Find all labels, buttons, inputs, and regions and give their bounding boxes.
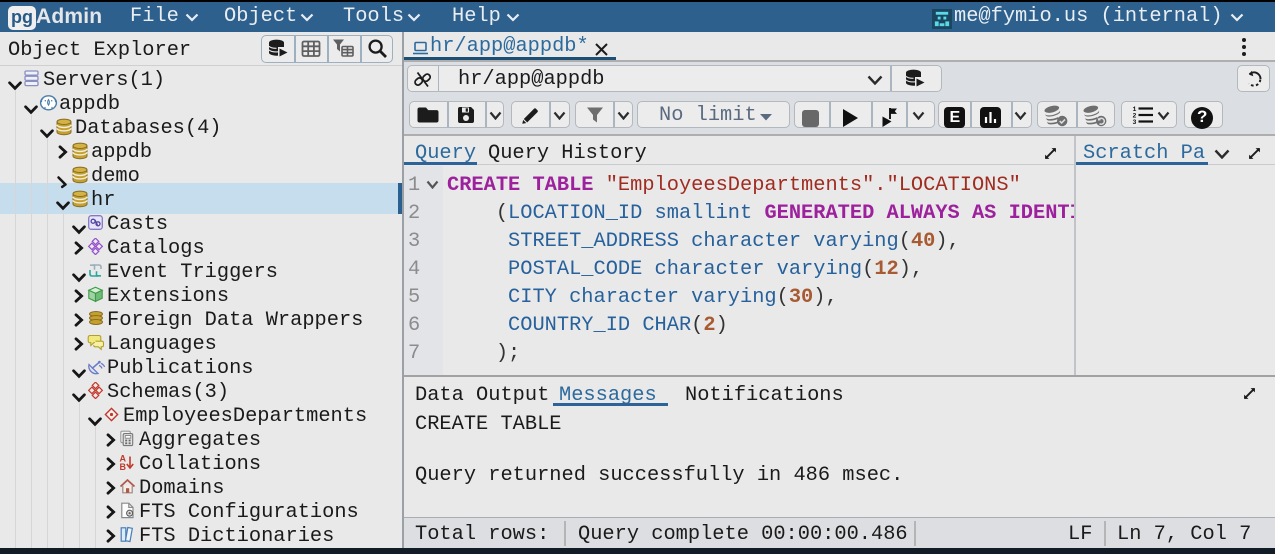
svg-text:3: 3: [1133, 119, 1137, 124]
svg-text:B: B: [120, 462, 127, 471]
